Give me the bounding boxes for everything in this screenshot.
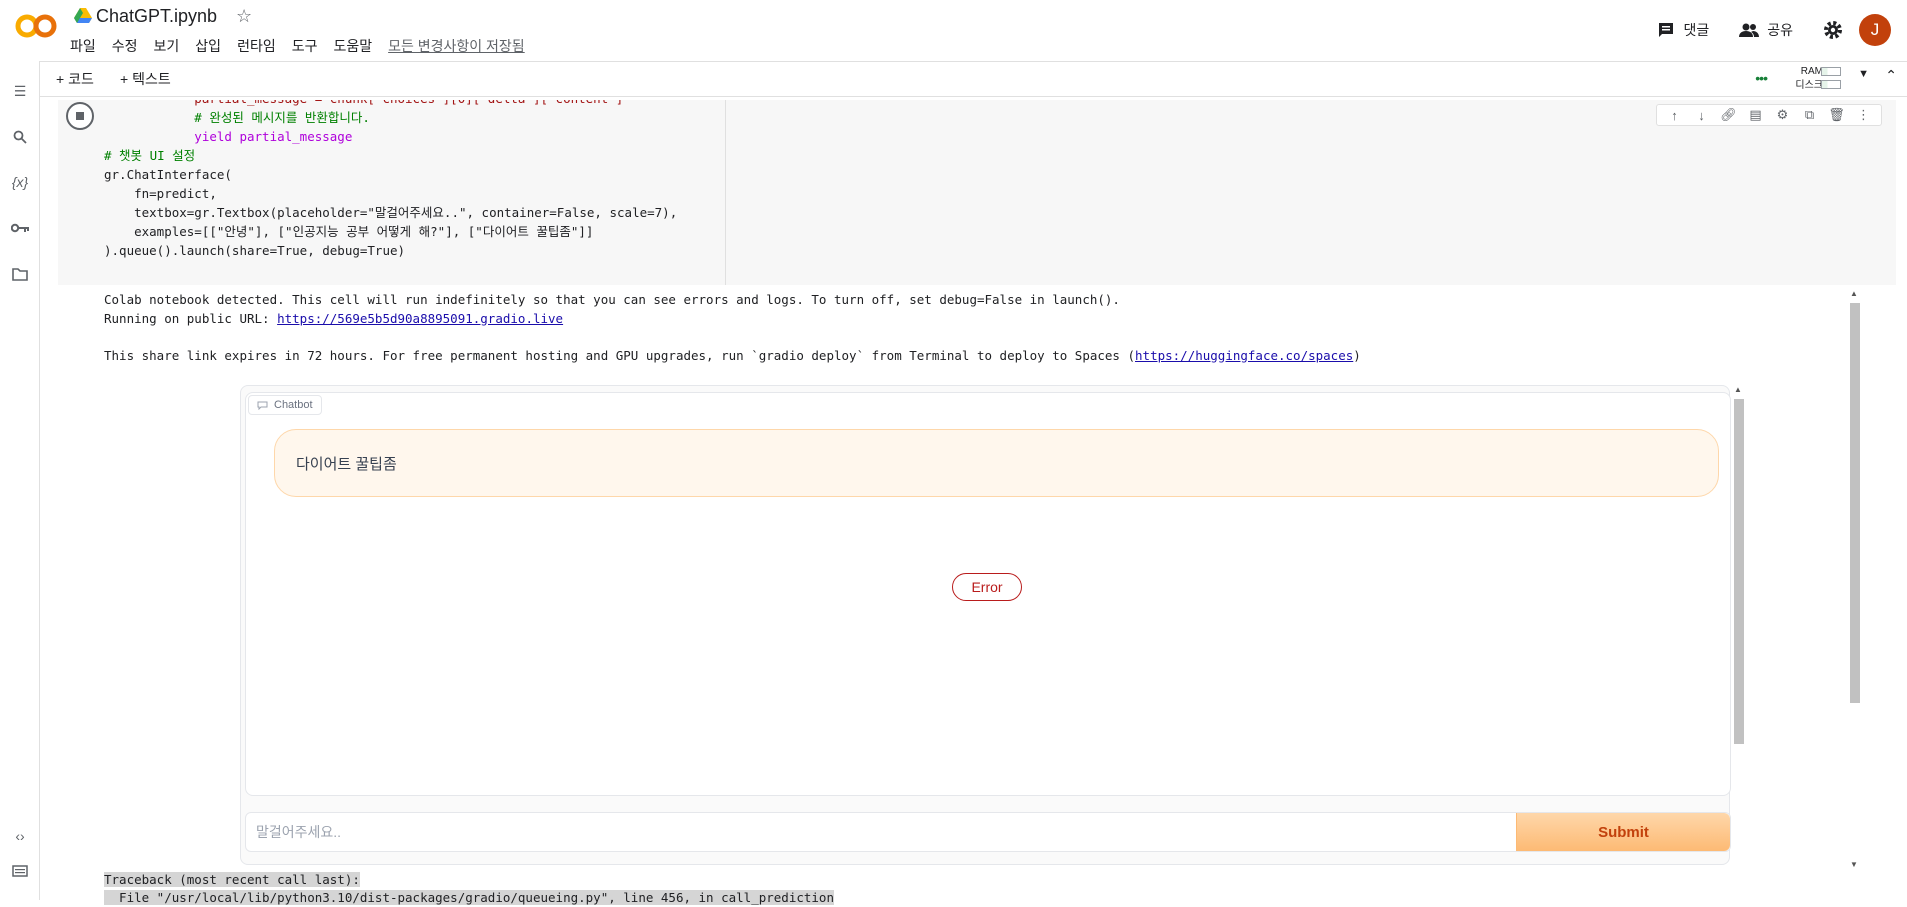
menu-view[interactable]: 보기 [154,36,180,56]
output-line: Colab notebook detected. This cell will … [104,292,1120,307]
traceback-line: File "/usr/local/lib/python3.10/dist-pac… [104,890,834,905]
notebook-toolbar: + 코드 + 텍스트 ••• RAM 디스크 ▼ ⌃ [40,61,1907,97]
output-scrollbar[interactable]: ▲ ▼ [1848,289,1860,869]
star-icon[interactable]: ☆ [236,6,252,27]
resource-labels[interactable]: RAM 디스크 [1795,65,1823,93]
settings-gear-icon[interactable] [1823,20,1843,40]
traceback-line: Traceback (most recent call last): [104,872,360,887]
submit-button[interactable]: Submit [1516,813,1730,851]
code-line: examples=[["안녕"], ["인공지능 공부 어떻게 해?"], ["… [104,224,594,239]
scroll-down-arrow-icon[interactable]: ▼ [1850,860,1858,869]
traceback-output: Traceback (most recent call last): File … [104,871,834,907]
gradio-app-frame: Chatbot 다이어트 꿀팁좀 Error Submit ▲ [240,385,1744,865]
cell-settings-gear-icon[interactable]: ⚙ [1769,107,1796,123]
save-status[interactable]: 모든 변경사항이 저장됨 [388,36,525,56]
output-scrollbar-thumb[interactable] [1850,303,1860,703]
stop-icon [76,112,84,120]
menu-runtime[interactable]: 런타임 [237,36,276,56]
output-line: This share link expires in 72 hours. For… [104,347,1361,366]
ram-label: RAM [1800,66,1823,77]
error-badge: Error [952,573,1022,601]
cell-output: Colab notebook detected. This cell will … [58,285,1868,905]
runtime-status-icon[interactable]: ••• [1755,70,1768,86]
code-line: fn=predict, [104,186,217,201]
comments-button[interactable]: 댓글 [1657,20,1709,40]
menu-help[interactable]: 도움말 [333,36,372,56]
cell-toolbar: ↑ ↓ 🔗︎ ▤ ⚙ ⧉ 🗑︎ ⋮ [1656,104,1882,126]
comment-icon [1659,23,1674,37]
colab-logo[interactable] [14,12,58,40]
menu-insert[interactable]: 삽입 [195,36,221,56]
people-icon [1739,23,1760,37]
output-line-prefix: This share link expires in 72 hours. For… [104,347,1136,363]
output-log: Colab notebook detected. This cell will … [104,291,1361,365]
chat-input-row: Submit [245,812,1731,852]
delete-trash-icon[interactable]: 🗑︎ [1823,107,1850,123]
link-icon[interactable]: 🔗︎ [1715,107,1742,123]
share-button[interactable]: 공유 [1739,20,1793,40]
code-snippets-icon[interactable]: ‹› [10,826,30,846]
disk-meter [1821,80,1841,89]
move-up-icon[interactable]: ↑ [1661,108,1688,123]
code-line: yield partial_message [104,129,353,144]
code-line: partial_message = chunk["choices"][0]["d… [104,100,725,108]
google-drive-icon [74,8,92,24]
mirror-cell-icon[interactable]: ⧉ [1796,107,1823,123]
code-line: textbox=gr.Textbox(placeholder="말걸어주세요..… [104,205,678,220]
chat-icon [257,401,268,410]
menu-bar: 파일 수정 보기 삽입 런타임 도구 도움말 모든 변경사항이 저장됨 [70,36,541,56]
output-line: Running on public URL: https://569e5b5d9… [104,310,1361,329]
spaces-link[interactable]: https://huggingface.co/spaces [1135,348,1353,363]
stop-execution-button[interactable] [66,102,94,130]
code-line: gr.ChatInterface( [104,167,232,182]
gradio-scrollbar-thumb[interactable] [1734,399,1744,744]
scroll-up-arrow-icon[interactable]: ▲ [1850,289,1858,298]
message-input[interactable] [246,813,1521,851]
disk-label: 디스크 [1795,80,1823,91]
code-line: # 완성된 메시지를 반환합니다. [104,110,370,125]
folder-icon[interactable] [10,264,30,284]
terminal-icon[interactable] [10,861,30,881]
add-text-button[interactable]: + 텍스트 [120,69,171,89]
output-line-prefix: Running on public URL: [104,310,278,326]
more-vertical-icon[interactable]: ⋮ [1850,107,1877,123]
chatbot-panel: Chatbot 다이어트 꿀팁좀 Error [245,392,1731,796]
variables-icon[interactable]: {x} [10,172,30,192]
code-cell[interactable]: partial_message = chunk["choices"][0]["d… [58,100,1896,285]
left-sidebar: ☰ {x} ‹› [0,61,40,900]
scroll-up-arrow-icon[interactable]: ▲ [1734,385,1742,394]
add-code-button[interactable]: + 코드 [56,69,94,89]
resource-meters[interactable] [1821,67,1841,93]
gradio-scrollbar[interactable]: ▲ [1732,385,1744,885]
share-label: 공유 [1767,22,1793,38]
menu-edit[interactable]: 수정 [112,36,138,56]
table-of-contents-icon[interactable]: ☰ [10,81,30,101]
public-url-link[interactable]: https://569e5b5d90a8895091.gradio.live [277,311,563,326]
chatbot-label: Chatbot [274,399,313,411]
code-line: # 챗봇 UI 설정 [104,148,196,163]
notebook-title[interactable]: ChatGPT.ipynb [96,6,217,27]
chatbot-label-badge: Chatbot [248,395,322,415]
user-message-bubble: 다이어트 꿀팁좀 [274,429,1719,497]
comments-label: 댓글 [1683,22,1710,38]
move-down-icon[interactable]: ↓ [1688,108,1715,123]
chevron-down-icon[interactable]: ▼ [1858,68,1869,80]
secrets-key-icon[interactable] [10,218,30,238]
avatar[interactable]: J [1859,14,1891,46]
gradio-chat-interface: Chatbot 다이어트 꿀팁좀 Error Submit [240,385,1731,865]
menu-tools[interactable]: 도구 [292,36,318,56]
collapse-chevron-up-icon[interactable]: ⌃ [1885,67,1897,84]
code-editor[interactable]: partial_message = chunk["choices"][0]["d… [104,100,726,285]
search-icon[interactable] [10,127,30,147]
code-line: ).queue().launch(share=True, debug=True) [104,243,406,258]
menu-file[interactable]: 파일 [70,36,96,56]
top-bar: ChatGPT.ipynb ☆ 파일 수정 보기 삽입 런타임 도구 도움말 모… [0,0,1907,60]
ram-meter [1821,67,1841,76]
header-actions: 댓글 공유 J [1657,14,1891,46]
comment-icon[interactable]: ▤ [1742,107,1769,123]
output-line-suffix: ) [1353,347,1361,363]
